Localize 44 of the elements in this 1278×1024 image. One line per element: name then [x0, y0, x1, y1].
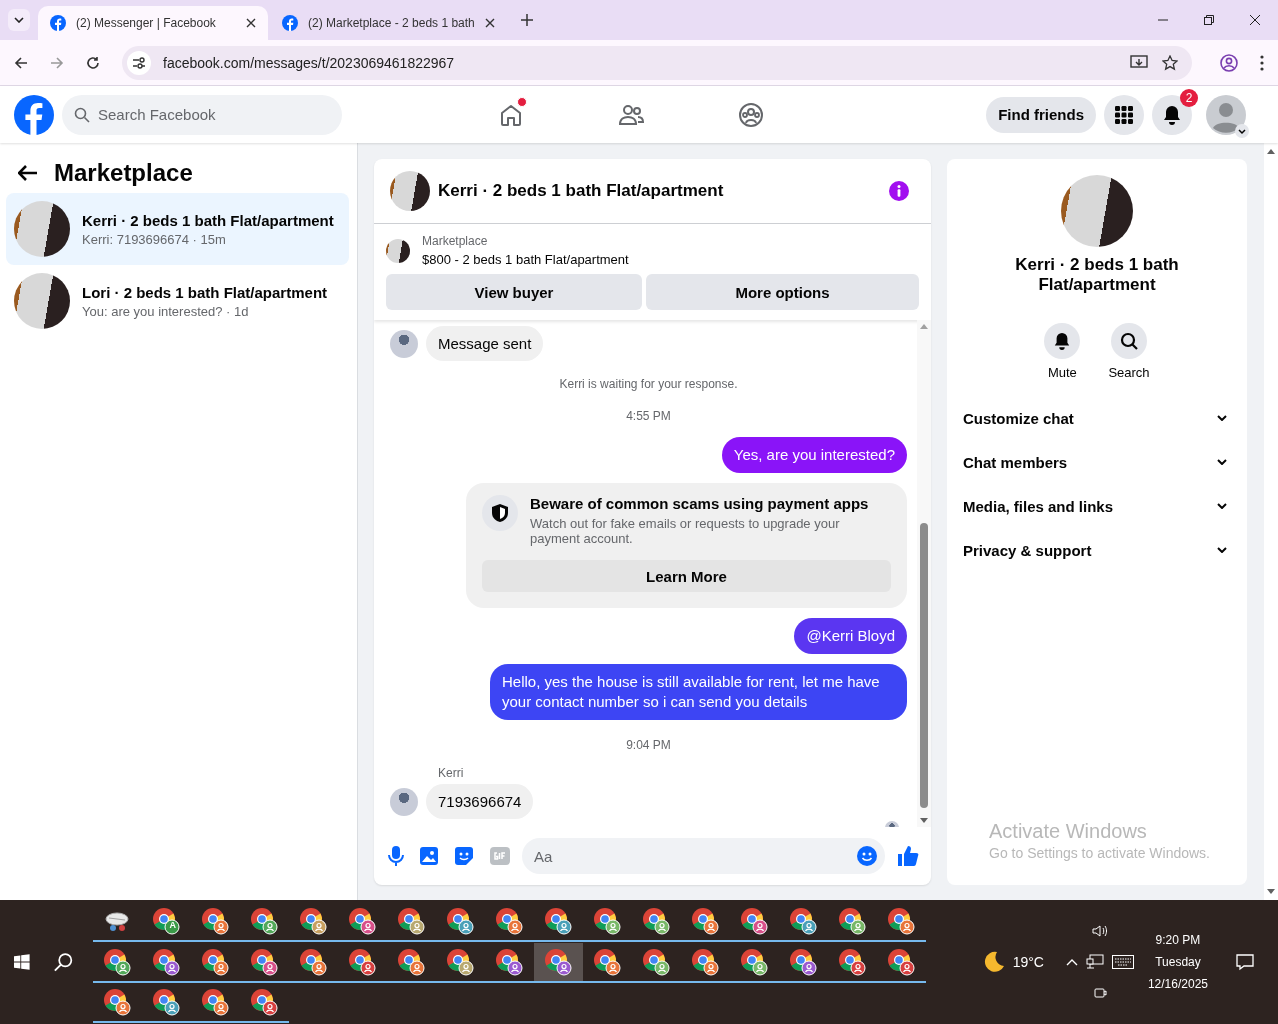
conversation-preview: Kerri: 7193696674 · 15m — [82, 231, 227, 247]
conversation-title: Kerri · 2 beds 1 bath Flat/apartment — [82, 211, 334, 229]
learn-more-button[interactable]: Learn More — [482, 560, 891, 592]
warning-title: Beware of common scams using payment apps — [530, 495, 870, 512]
details-section[interactable]: Media, files and links — [963, 484, 1231, 528]
sidebar-title: Marketplace — [54, 159, 193, 187]
details-section[interactable]: Chat members — [963, 440, 1231, 484]
search-field[interactable]: Search Facebook — [62, 94, 342, 135]
timestamp: 9:04 PM — [626, 738, 671, 752]
message-bubble: Yes, are you interested? — [721, 437, 907, 473]
sender-name: Kerri — [438, 766, 465, 780]
conversation-preview: You: are you interested? · 1d — [82, 303, 250, 319]
message-bubble: @Kerri Bloyd — [794, 618, 907, 654]
browser-tab[interactable]: (2) Marketplace - 2 beds 1 bath — [270, 6, 507, 40]
find-friends-button[interactable]: Find friends — [986, 96, 1096, 133]
browser-tab[interactable]: (2) Messenger | Facebook — [38, 6, 268, 40]
conversation-item[interactable]: Kerri · 2 beds 1 bath Flat/apartment Kerri: 7193696674 · 15m — [6, 193, 349, 265]
listing-action-button[interactable]: More options — [646, 274, 919, 310]
conversation-title: Lori · 2 beds 1 bath Flat/apartment — [82, 283, 328, 301]
activation-title: Activate Windows — [989, 820, 1148, 843]
conversation-item[interactable]: Lori · 2 beds 1 bath Flat/apartment You: are you interested? · 1d — [6, 265, 349, 337]
details-title: Kerri · 2 beds 1 bath Flat/apartment — [1014, 255, 1180, 295]
timestamp: 4:55 PM — [626, 409, 671, 423]
notification-count: 2 — [1180, 88, 1198, 107]
status-notice: Kerri is waiting for your response. — [559, 377, 738, 391]
tab-title: (2) Messenger | Facebook — [76, 16, 217, 30]
details-section[interactable]: Privacy & support — [963, 528, 1231, 572]
message-input[interactable]: Aa — [522, 838, 885, 874]
message-bubble: Hello, yes the house is still available for rent, let me have your contact number so i can send you details — [490, 664, 907, 720]
clock[interactable]: 9:20 PM Tuesday 12/16/2025 — [1147, 933, 1208, 991]
listing-title: $800 - 2 beds 1 bath Flat/apartment — [422, 252, 629, 267]
tab-title: (2) Marketplace - 2 beds 1 bath — [308, 16, 475, 30]
url-text: facebook.com/messages/t/2023069461822967 — [163, 54, 455, 71]
activation-text: Go to Settings to activate Windows. — [989, 845, 1211, 861]
chat-title: Kerri · 2 beds 1 bath Flat/apartment — [438, 181, 724, 201]
listing-action-button[interactable]: View buyer — [386, 274, 642, 310]
message-bubble: Message sent — [426, 326, 544, 361]
taskbar-app[interactable]: A — [141, 902, 191, 942]
warning-text: Watch out for fake emails or requests to upgrade your payment account. — [530, 516, 841, 546]
weather-temperature: 19°C — [1012, 954, 1044, 970]
address-bar[interactable]: facebook.com/messages/t/2023069461822967 — [122, 45, 1192, 80]
details-section[interactable]: Customize chat — [963, 396, 1231, 440]
listing-label: Marketplace — [422, 234, 489, 248]
message-bubble: 7193696674 — [426, 784, 534, 819]
